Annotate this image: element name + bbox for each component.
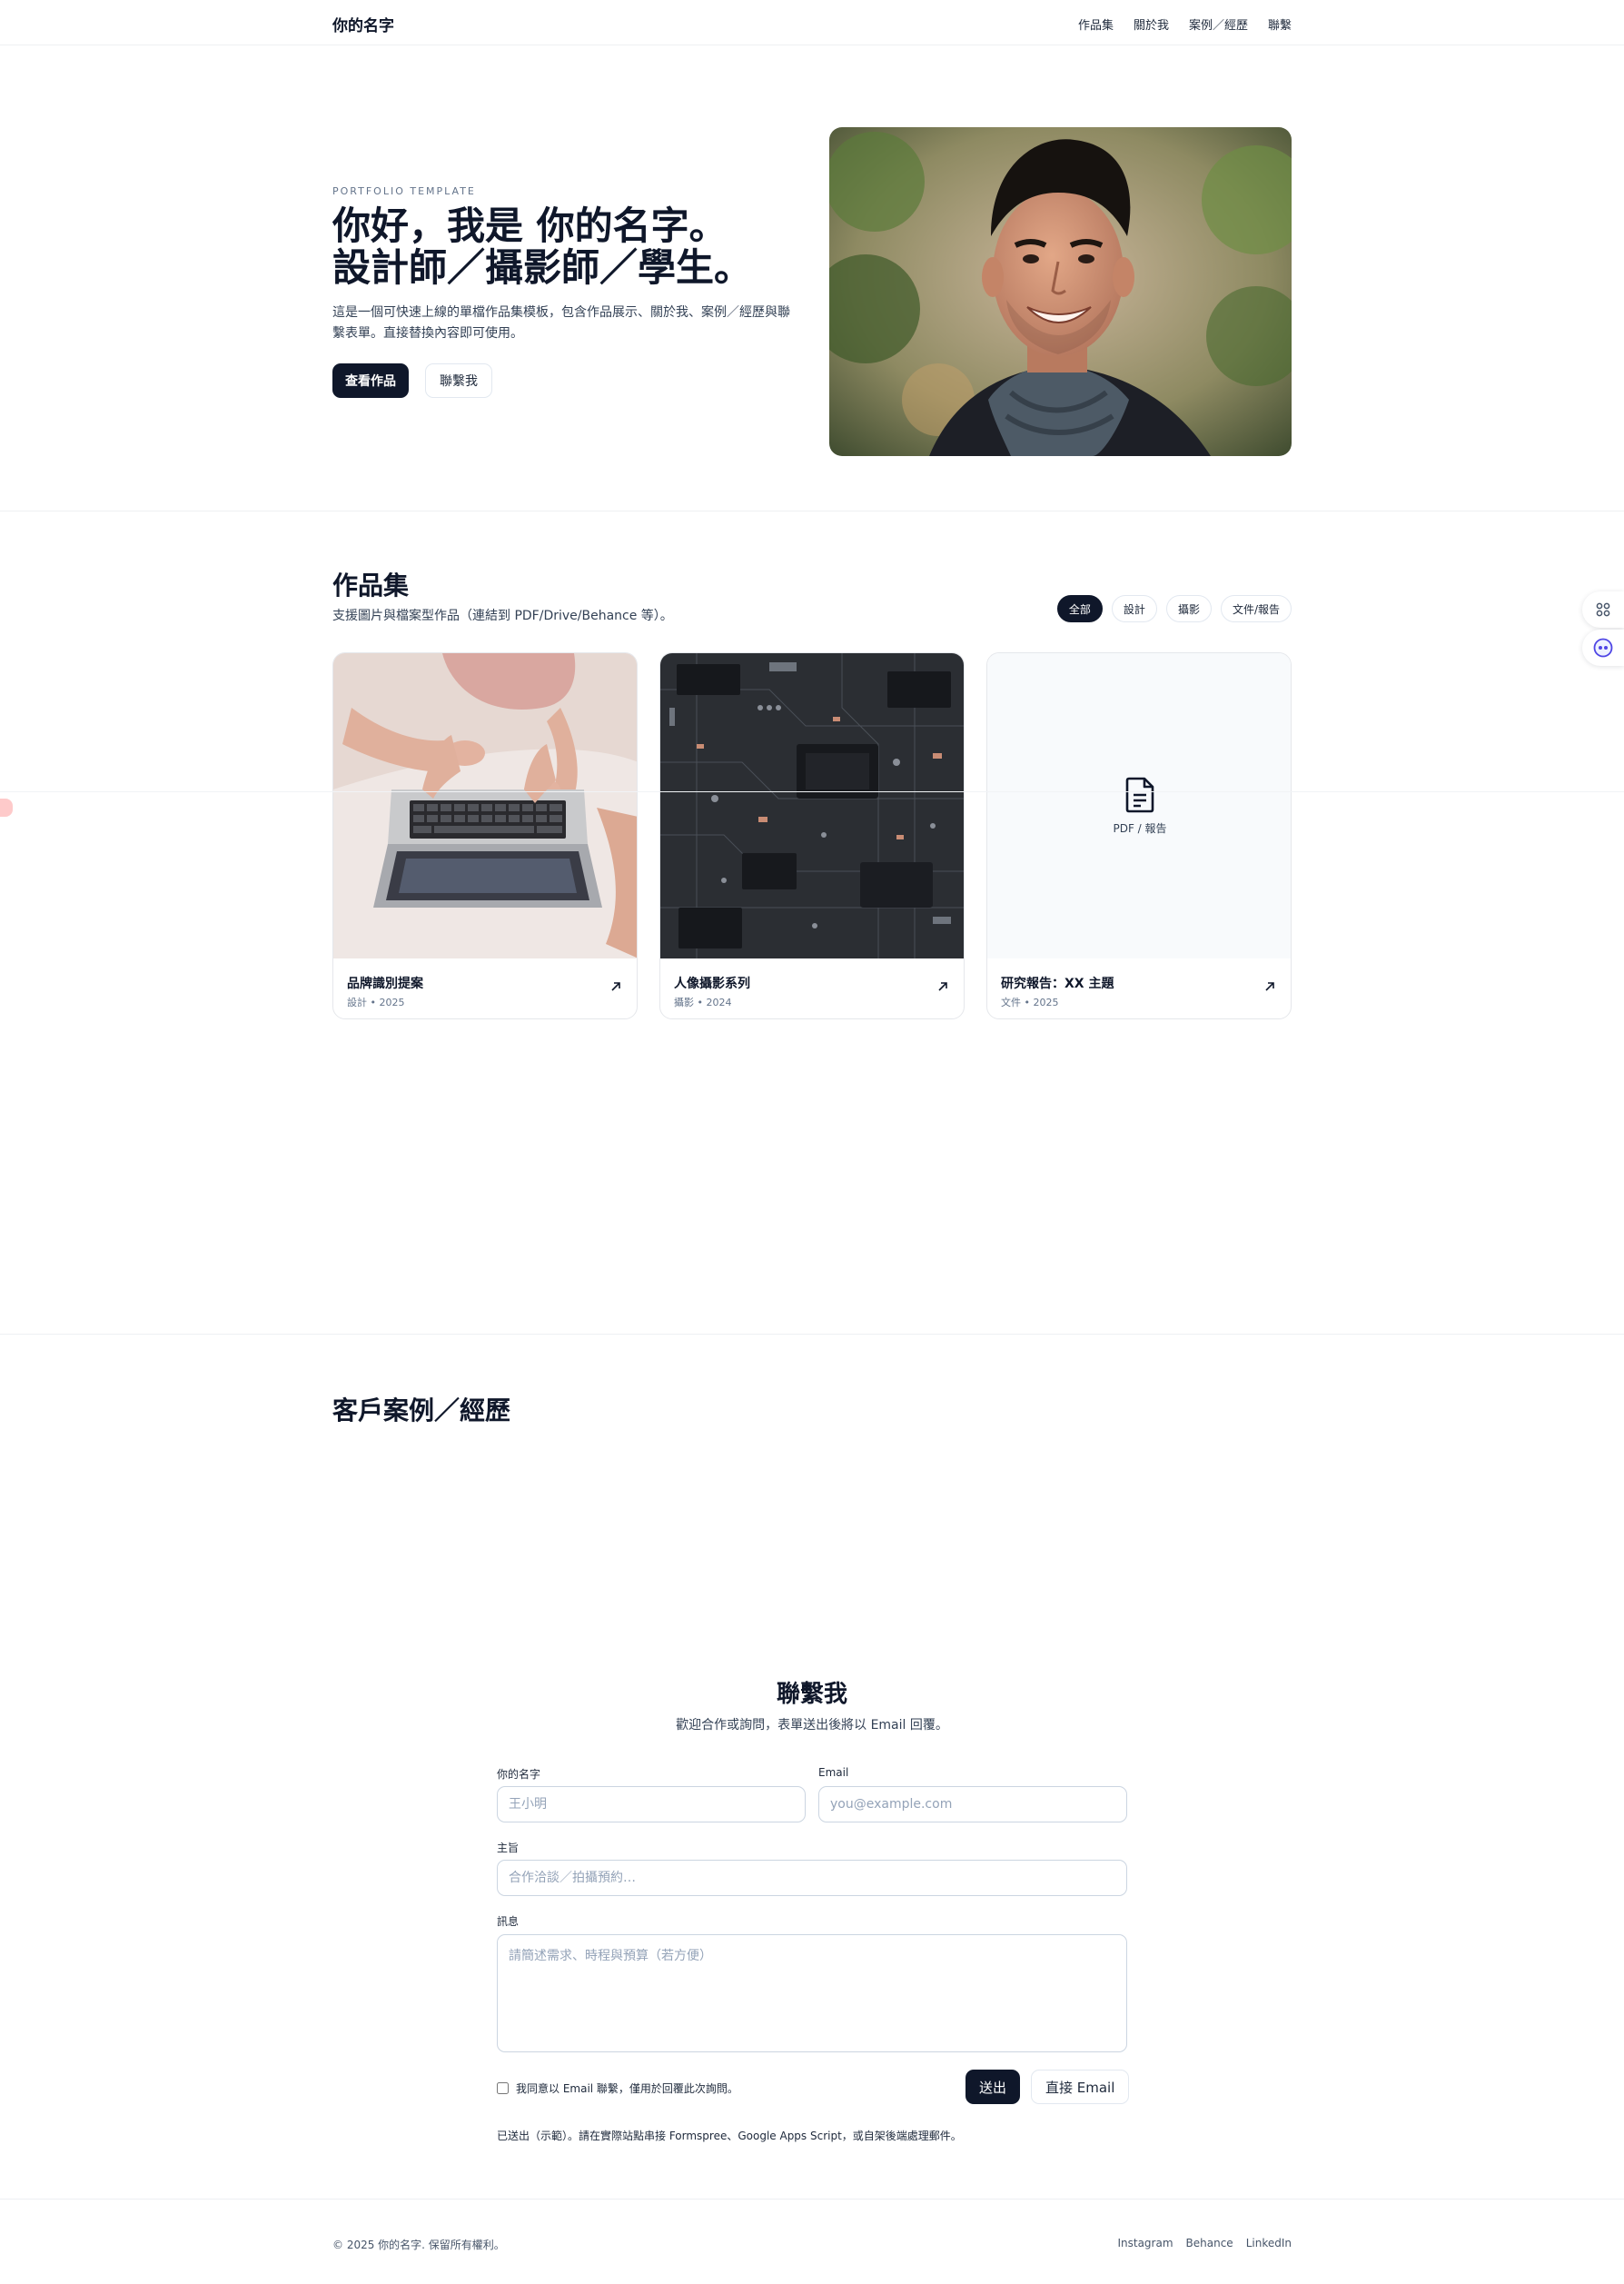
assistant-widget[interactable] bbox=[1582, 630, 1624, 666]
card-meta: 攝影 • 2024 bbox=[674, 997, 732, 1008]
contact-subtitle: 歡迎合作或詢問，表單送出後將以 Email 回覆。 bbox=[676, 1718, 948, 1733]
consent-checkbox[interactable] bbox=[497, 2082, 509, 2094]
name-label: 你的名字 bbox=[497, 1768, 541, 1781]
portfolio-title: 作品集 bbox=[332, 571, 410, 601]
portfolio-card[interactable]: 人像攝影系列 攝影 • 2024 bbox=[659, 652, 965, 1019]
assistant-face-icon bbox=[1593, 638, 1613, 658]
direct-email-button[interactable]: 直接 Email bbox=[1031, 2070, 1130, 2104]
hero-section: PORTFOLIO TEMPLATE 你好，我是 你的名字。 設計師／攝影師／學… bbox=[0, 0, 1624, 511]
name-input[interactable] bbox=[497, 1786, 806, 1822]
hero-title-line-2: 設計師／攝影師／學生。 bbox=[332, 245, 753, 290]
view-works-button[interactable]: 查看作品 bbox=[332, 363, 409, 398]
email-label: Email bbox=[818, 1766, 849, 1779]
apps-grid-widget[interactable] bbox=[1582, 591, 1624, 628]
card-meta: 文件 • 2025 bbox=[1001, 997, 1059, 1008]
copyright-text: © 2025 你的名字. 保留所有權利。 bbox=[332, 2239, 505, 2251]
portfolio-grid: 品牌識別提案 設計 • 2025 人像攝影系列 攝影 • 2024 PDF / … bbox=[332, 652, 1292, 1019]
message-label: 訊息 bbox=[497, 1915, 520, 1928]
subject-label: 主旨 bbox=[497, 1842, 520, 1854]
social-links: Instagram Behance LinkedIn bbox=[1117, 2237, 1292, 2249]
email-input[interactable] bbox=[818, 1786, 1127, 1822]
contact-section: 聯繫我 歡迎合作或詢問，表單送出後將以 Email 回覆。 bbox=[0, 1635, 1624, 2199]
grid-icon bbox=[1596, 602, 1610, 617]
document-icon bbox=[1125, 777, 1154, 812]
instagram-link[interactable]: Instagram bbox=[1117, 2237, 1173, 2249]
card-meta: 設計 • 2025 bbox=[347, 997, 405, 1008]
external-link-icon[interactable] bbox=[1263, 980, 1276, 993]
consent-label: 我同意以 Email 聯繫，僅用於回覆此次詢問。 bbox=[516, 2082, 738, 2095]
cases-title: 客戶案例／經歷 bbox=[332, 1395, 511, 1425]
cases-section: 客戶案例／經歷 bbox=[0, 1335, 1624, 1607]
consent-checkbox-row[interactable]: 我同意以 Email 聯繫，僅用於回覆此次詢問。 bbox=[497, 2080, 738, 2096]
portfolio-card[interactable]: 品牌識別提案 設計 • 2025 bbox=[332, 652, 638, 1019]
hero-portrait-photo bbox=[829, 127, 1292, 456]
filter-all[interactable]: 全部 bbox=[1056, 595, 1103, 622]
send-button[interactable]: 送出 bbox=[965, 2070, 1021, 2104]
laptop-photo bbox=[333, 653, 637, 958]
document-placeholder: PDF / 報告 bbox=[987, 653, 1291, 958]
message-textarea[interactable] bbox=[497, 1934, 1127, 2052]
card-title: 品牌識別提案 bbox=[347, 977, 423, 991]
portfolio-filters: 全部 設計 攝影 文件/報告 bbox=[1056, 595, 1292, 622]
contact-title: 聯繫我 bbox=[776, 1681, 847, 1708]
footer-divider bbox=[0, 2199, 1624, 2200]
overlay-guide-line bbox=[0, 791, 1624, 792]
portfolio-section: 作品集 支援圖片與檔案型作品（連結到 PDF/Drive/Behance 等）。… bbox=[0, 511, 1624, 1335]
linkedin-link[interactable]: LinkedIn bbox=[1246, 2237, 1292, 2249]
contact-me-button[interactable]: 聯繫我 bbox=[425, 363, 492, 398]
filter-documents[interactable]: 文件/報告 bbox=[1220, 595, 1292, 622]
portfolio-subtitle: 支援圖片與檔案型作品（連結到 PDF/Drive/Behance 等）。 bbox=[332, 609, 673, 623]
hero-eyebrow: PORTFOLIO TEMPLATE bbox=[332, 185, 476, 197]
circuit-board-photo bbox=[660, 653, 964, 958]
hero-description: 這是一個可快速上線的單檔作品集模板，包含作品展示、關於我、案例／經歷與聯繫表單。… bbox=[332, 305, 790, 341]
subject-input[interactable] bbox=[497, 1860, 1127, 1896]
external-link-icon[interactable] bbox=[936, 980, 949, 993]
filter-photography[interactable]: 攝影 bbox=[1165, 595, 1212, 622]
card-title: 人像攝影系列 bbox=[674, 977, 750, 991]
behance-link[interactable]: Behance bbox=[1186, 2237, 1233, 2249]
placeholder-label: PDF / 報告 bbox=[1113, 821, 1167, 835]
card-title: 研究報告：XX 主題 bbox=[1001, 977, 1114, 991]
external-link-icon[interactable] bbox=[609, 980, 622, 993]
hero-title: 你好，我是 你的名字。 設計師／攝影師／學生。 bbox=[332, 205, 752, 289]
portfolio-card[interactable]: PDF / 報告 研究報告：XX 主題 文件 • 2025 bbox=[986, 652, 1292, 1019]
hero-title-line-1: 你好，我是 你的名字。 bbox=[332, 204, 728, 248]
filter-design[interactable]: 設計 bbox=[1111, 595, 1157, 622]
floating-edge-tab[interactable] bbox=[0, 799, 13, 817]
form-status-note: 已送出（示範）。請在實際站點串接 Formspree、Google Apps S… bbox=[497, 2130, 962, 2142]
